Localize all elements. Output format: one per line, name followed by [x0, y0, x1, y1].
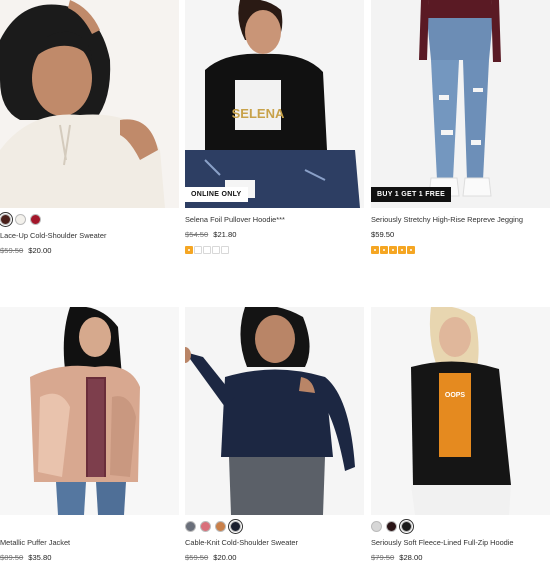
- product-image[interactable]: OOPS: [371, 307, 550, 515]
- sale-price: $35.80: [28, 553, 52, 562]
- product-card[interactable]: Cable-Knit Cold-Shoulder Sweater $59.50 $…: [185, 307, 364, 562]
- star-icon: [221, 246, 229, 254]
- color-swatches-empty: [0, 521, 179, 533]
- color-swatches: [185, 521, 364, 533]
- product-name[interactable]: Metallic Puffer Jacket: [0, 538, 179, 548]
- color-swatch-red[interactable]: [30, 214, 41, 225]
- product-card[interactable]: OOPS Seriously Soft Fleece-Lined Full-Zi…: [371, 307, 550, 562]
- star-icon: [194, 246, 202, 254]
- svg-text:OOPS: OOPS: [445, 392, 466, 399]
- star-icon: [398, 246, 406, 254]
- star-icon: [185, 246, 193, 254]
- product-image[interactable]: [0, 307, 179, 515]
- product-image[interactable]: BUY 1 GET 1 FREE: [371, 0, 550, 208]
- product-name[interactable]: Cable-Knit Cold-Shoulder Sweater: [185, 538, 364, 548]
- product-price: $59.50: [371, 230, 550, 240]
- product-card[interactable]: Metallic Puffer Jacket $89.50 $35.80: [0, 307, 179, 562]
- sale-price: $28.00: [399, 553, 423, 562]
- color-swatch-burgundy[interactable]: [386, 521, 397, 532]
- color-swatch-black[interactable]: [401, 521, 412, 532]
- color-swatch-brown[interactable]: [0, 214, 11, 225]
- rating-stars: [185, 246, 364, 254]
- promo-badge: BUY 1 GET 1 FREE: [371, 187, 452, 202]
- product-price: $54.50 $21.80: [185, 230, 364, 240]
- product-image[interactable]: [0, 0, 179, 208]
- product-card[interactable]: SELENA ONLINE ONLY Selena Foil Pullover …: [185, 0, 364, 254]
- original-price: $54.50: [185, 230, 209, 239]
- product-image[interactable]: [185, 307, 364, 515]
- color-swatches: [0, 214, 179, 226]
- product-name[interactable]: Lace-Up Cold-Shoulder Sweater: [0, 231, 179, 241]
- product-name[interactable]: Selena Foil Pullover Hoodie***: [185, 215, 364, 225]
- color-swatch-navy[interactable]: [230, 521, 241, 532]
- color-swatch-pink[interactable]: [200, 521, 211, 532]
- star-icon: [371, 246, 379, 254]
- original-price: $79.50: [371, 553, 395, 562]
- product-price: $79.50 $28.00: [371, 553, 550, 562]
- star-icon: [203, 246, 211, 254]
- product-price: $59.50 $20.00: [185, 553, 364, 562]
- rating-stars: [371, 246, 550, 254]
- color-swatches: [371, 521, 550, 533]
- original-price: $59.50: [185, 553, 209, 562]
- product-price: $59.50 $20.00: [0, 246, 179, 256]
- product-name[interactable]: Seriously Soft Fleece-Lined Full-Zip Hoo…: [371, 538, 550, 548]
- color-swatch-grey[interactable]: [371, 521, 382, 532]
- star-icon: [212, 246, 220, 254]
- star-icon: [407, 246, 415, 254]
- color-swatch-orange[interactable]: [215, 521, 226, 532]
- sale-price: $20.00: [28, 246, 52, 255]
- star-icon: [380, 246, 388, 254]
- online-only-badge: ONLINE ONLY: [185, 187, 248, 202]
- sale-price: $59.50: [371, 230, 395, 239]
- original-price: $59.50: [0, 246, 24, 255]
- original-price: $89.50: [0, 553, 24, 562]
- product-price: $89.50 $35.80: [0, 553, 179, 562]
- color-swatch-pattern[interactable]: [185, 521, 196, 532]
- product-name[interactable]: Seriously Stretchy High-Rise Repreve Jeg…: [371, 215, 550, 225]
- product-card[interactable]: BUY 1 GET 1 FREE Seriously Stretchy High…: [371, 0, 550, 254]
- sale-price: $21.80: [213, 230, 237, 239]
- svg-text:SELENA: SELENA: [232, 106, 285, 121]
- product-image[interactable]: SELENA ONLINE ONLY: [185, 0, 364, 208]
- star-icon: [389, 246, 397, 254]
- color-swatch-cream[interactable]: [15, 214, 26, 225]
- product-card[interactable]: Lace-Up Cold-Shoulder Sweater $59.50 $20.…: [0, 0, 179, 256]
- sale-price: $20.00: [213, 553, 237, 562]
